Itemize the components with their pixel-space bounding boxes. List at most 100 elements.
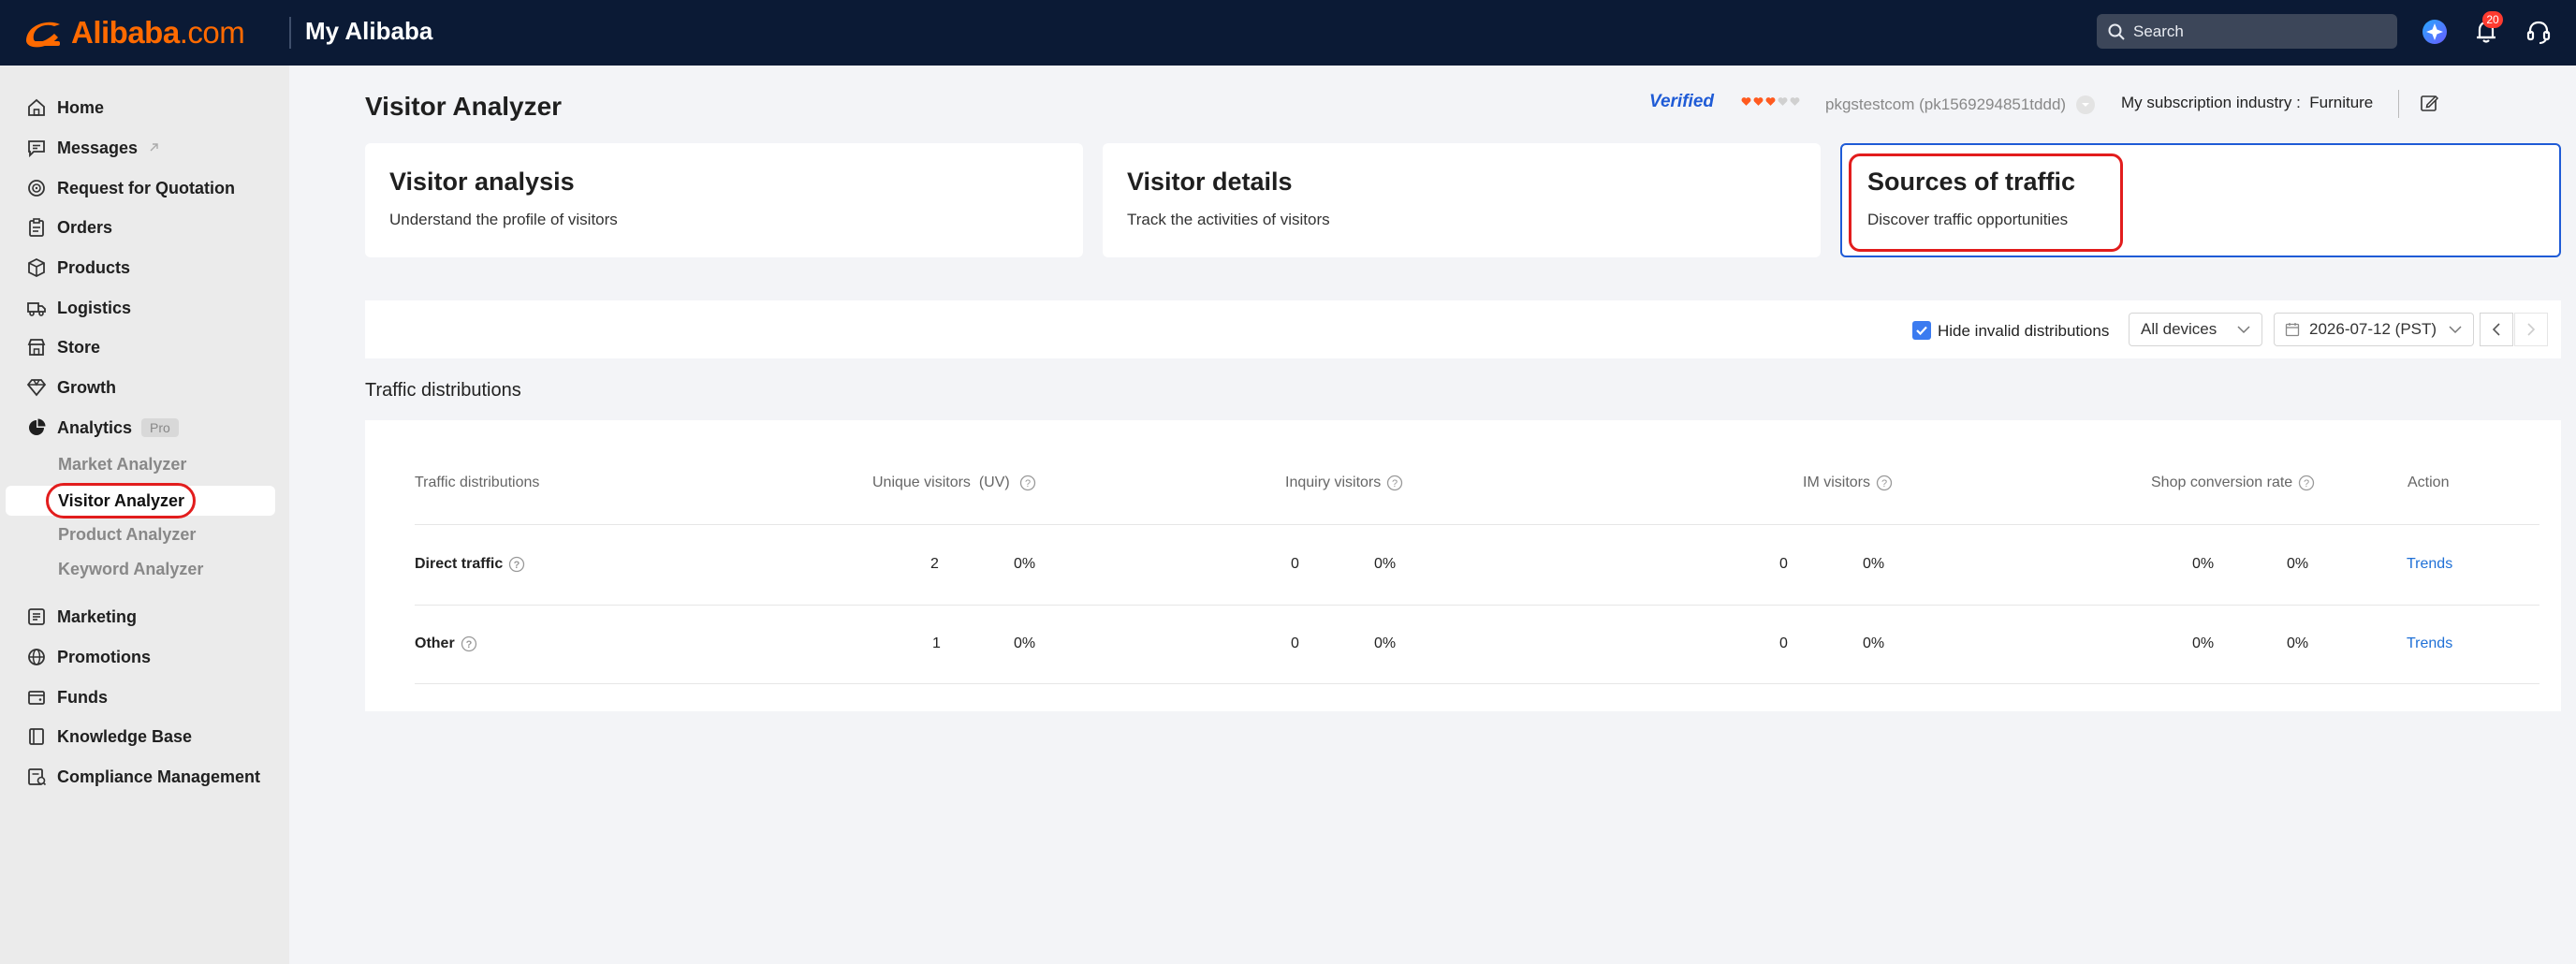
- sidebar-item-label: Funds: [57, 687, 108, 707]
- target-icon: [28, 180, 45, 197]
- sidebar-item-messages[interactable]: Messages: [26, 132, 160, 164]
- chevron-down-icon: [2237, 326, 2250, 334]
- sidebar-subitem-keyword-analyzer[interactable]: Keyword Analyzer: [58, 555, 203, 583]
- trends-link[interactable]: Trends: [2407, 556, 2452, 573]
- ai-assistant-icon[interactable]: [2420, 17, 2450, 47]
- account-name: pkgstestcom (pk1569294851tddd): [1825, 95, 2067, 113]
- sidebar-item-marketing[interactable]: Marketing: [26, 601, 137, 633]
- alibaba-logo-icon: [26, 22, 60, 48]
- uv-percent: 0%: [1014, 635, 1036, 651]
- im-value: 0: [1779, 635, 1788, 651]
- sidebar-item-label: Logistics: [57, 298, 132, 317]
- sidebar-item-label: Store: [57, 337, 101, 357]
- search-icon: [2108, 23, 2125, 40]
- card-subtitle: Understand the profile of visitors: [389, 211, 618, 228]
- chevron-right-icon: [2527, 323, 2536, 336]
- svg-text:?: ?: [1392, 478, 1398, 489]
- next-date-button[interactable]: [2514, 313, 2548, 346]
- svg-text:?: ?: [1025, 478, 1031, 489]
- im-percent: 0%: [1863, 635, 1885, 651]
- annotation-rectangle: [1849, 153, 2123, 252]
- table-row-name: Other ?: [415, 635, 477, 652]
- sidebar-item-rfq[interactable]: Request for Quotation: [26, 172, 235, 204]
- device-select-value: All devices: [2141, 320, 2217, 338]
- home-icon: [28, 98, 45, 116]
- page-title: Visitor Analyzer: [365, 92, 563, 121]
- section-title: Traffic distributions: [365, 380, 521, 401]
- sidebar-item-compliance[interactable]: Compliance Management: [26, 761, 260, 793]
- sidebar-item-promotions[interactable]: Promotions: [26, 641, 151, 673]
- sidebar-item-store[interactable]: Store: [26, 331, 100, 363]
- edit-icon[interactable]: [2419, 93, 2439, 113]
- heart-icon: [1741, 97, 1751, 106]
- hide-invalid-label[interactable]: Hide invalid distributions: [1938, 322, 2109, 341]
- help-icon[interactable]: ?: [508, 556, 525, 573]
- help-icon[interactable]: ?: [1876, 475, 1893, 491]
- sidebar-subitem-market-analyzer[interactable]: Market Analyzer: [58, 450, 186, 478]
- message-icon: [28, 140, 45, 158]
- top-bar: Alibaba.com My Alibaba Search 20: [0, 0, 2576, 66]
- globe-icon: [28, 649, 45, 665]
- card-title: Visitor details: [1127, 168, 1293, 196]
- help-icon[interactable]: ?: [1386, 475, 1403, 491]
- inquiry-percent: 0%: [1374, 556, 1397, 572]
- heart-icon: [1753, 97, 1764, 106]
- inquiry-value: 0: [1291, 635, 1299, 651]
- sidebar-item-products[interactable]: Products: [26, 252, 130, 284]
- sidebar-subitem-product-analyzer[interactable]: Product Analyzer: [58, 520, 196, 548]
- date-select[interactable]: 2026-07-12 (PST): [2274, 313, 2474, 346]
- sidebar-item-funds[interactable]: Funds: [26, 681, 108, 713]
- sidebar-item-label: Knowledge Base: [57, 726, 193, 746]
- sidebar-item-label: Growth: [57, 377, 116, 397]
- section-title-my-alibaba[interactable]: My Alibaba: [305, 17, 432, 46]
- store-icon: [27, 339, 46, 356]
- divider: [2398, 90, 2399, 118]
- prev-date-button[interactable]: [2480, 313, 2513, 346]
- card-title: Visitor analysis: [389, 168, 575, 196]
- pro-badge: Pro: [141, 418, 179, 437]
- card-visitor-analysis[interactable]: Visitor analysis Understand the profile …: [365, 143, 1083, 257]
- card-subtitle: Track the activities of visitors: [1127, 211, 1330, 228]
- search-input[interactable]: Search: [2097, 14, 2397, 49]
- sidebar-item-logistics[interactable]: Logistics: [26, 292, 131, 324]
- truck-icon: [27, 302, 46, 316]
- verified-badge[interactable]: Verified: [1649, 92, 1714, 112]
- inquiry-value: 0: [1291, 556, 1299, 572]
- help-icon[interactable]: ?: [1019, 475, 1036, 491]
- heart-icon: [1790, 97, 1800, 106]
- account-selector[interactable]: pkgstestcom (pk1569294851tddd): [1825, 95, 2096, 115]
- sidebar-item-label: Products: [57, 257, 131, 277]
- calendar-icon: [2285, 323, 2300, 337]
- sidebar-item-orders[interactable]: Orders: [26, 212, 112, 243]
- headset-icon[interactable]: [2524, 17, 2554, 47]
- column-header: Inquiry visitors ?: [1285, 475, 1403, 491]
- conversion-value: 0%: [2192, 556, 2215, 572]
- svg-text:?: ?: [2304, 478, 2309, 489]
- diamond-icon: [26, 379, 47, 397]
- alibaba-logo[interactable]: Alibaba.com: [21, 13, 245, 52]
- brand-divider: [289, 17, 291, 49]
- im-percent: 0%: [1863, 556, 1885, 572]
- sidebar-item-home[interactable]: Home: [26, 92, 104, 124]
- rating-hearts: [1741, 96, 1802, 107]
- im-value: 0: [1779, 556, 1788, 572]
- row-divider: [415, 605, 2539, 606]
- device-select[interactable]: All devices: [2129, 313, 2262, 346]
- inquiry-percent: 0%: [1374, 635, 1397, 651]
- card-visitor-details[interactable]: Visitor details Track the activities of …: [1103, 143, 1821, 257]
- sidebar-item-label: Messages: [57, 138, 139, 157]
- pie-chart-icon: [29, 418, 46, 435]
- subscription-industry: My subscription industry : Furniture: [2121, 94, 2374, 111]
- brand-name: Alibaba.com: [71, 15, 245, 50]
- wallet-icon: [28, 691, 45, 705]
- help-icon[interactable]: ?: [2298, 475, 2315, 491]
- column-header: Traffic distributions: [415, 475, 540, 490]
- help-icon[interactable]: ?: [461, 635, 477, 652]
- heart-icon: [1778, 97, 1788, 106]
- hide-invalid-checkbox[interactable]: [1912, 321, 1931, 340]
- trends-link[interactable]: Trends: [2407, 635, 2452, 652]
- sidebar-item-growth[interactable]: Growth: [26, 372, 116, 403]
- sidebar-item-knowledge-base[interactable]: Knowledge Base: [26, 721, 192, 752]
- date-select-value: 2026-07-12 (PST): [2309, 320, 2437, 338]
- sidebar-item-analytics[interactable]: Analytics Pro: [26, 412, 179, 444]
